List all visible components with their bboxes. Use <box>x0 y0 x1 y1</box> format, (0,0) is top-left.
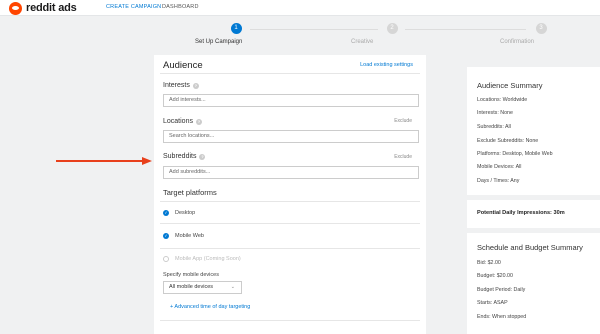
subreddits-label: Subreddits ? <box>163 153 206 160</box>
logo-text: reddit ads <box>26 2 77 14</box>
divider <box>160 73 420 74</box>
chevron-down-icon: ⌄ <box>230 284 235 290</box>
campaign-form-panel: Audience Load existing settings Interest… <box>154 55 426 334</box>
summary-line: Mobile Devices: All <box>477 164 522 170</box>
step-label: Creative <box>351 39 374 45</box>
interests-input[interactable]: Add interests... <box>163 94 419 107</box>
subreddits-label-text: Subreddits <box>163 153 197 160</box>
budget-line: Budget: $20.00 <box>477 273 513 279</box>
checkbox-label: Mobile Web <box>175 233 204 239</box>
info-icon[interactable]: ? <box>192 82 199 89</box>
nav-create-campaign[interactable]: CREATE CAMPAIGN <box>106 4 161 10</box>
step-label: Confirmation <box>500 39 535 45</box>
audience-summary-title: Audience Summary <box>477 81 543 90</box>
divider <box>160 223 420 224</box>
annotation-arrow <box>56 157 152 165</box>
info-icon[interactable]: ? <box>199 153 206 160</box>
advanced-time-targeting-link[interactable]: + Advanced time of day targeting <box>170 304 250 310</box>
interests-label: Interests ? <box>163 82 199 89</box>
audience-title: Audience <box>163 60 203 71</box>
mobile-devices-select[interactable]: All mobile devices ⌄ <box>163 281 242 294</box>
load-existing-settings-link[interactable]: Load existing settings <box>360 62 413 68</box>
schedule-budget-card: Schedule and Budget Summary Bid: $2.00 B… <box>467 233 600 334</box>
budget-line: Starts: ASAP <box>477 300 508 306</box>
locations-label: Locations ? <box>163 118 202 125</box>
schedule-budget-title: Schedule and Budget Summary <box>477 243 583 252</box>
summary-line: Interests: None <box>477 110 513 116</box>
unchecked-circle-icon <box>163 256 169 262</box>
locations-label-text: Locations <box>163 118 193 125</box>
step-number: 2 <box>386 23 398 34</box>
step-label: Set Up Campaign <box>195 39 243 45</box>
impressions-card: Potential Daily Impressions: 30m <box>467 200 600 228</box>
step-creative: 2 Creative <box>342 23 442 45</box>
budget-line: Budget Period: Daily <box>477 287 526 293</box>
summary-line: Subreddits: All <box>477 124 511 130</box>
checkbox-label: Desktop <box>175 210 196 216</box>
top-bar: reddit ads CREATE CAMPAIGN DASHBOARD <box>0 0 600 16</box>
progress-stepper: 1 Set Up Campaign 2 Creative 3 Confirmat… <box>0 17 600 55</box>
audience-summary-card: Audience Summary Locations: Worldwide In… <box>467 67 600 195</box>
budget-line: Ends: When stopped <box>477 314 527 320</box>
locations-search-input[interactable]: Search locations... <box>163 130 419 143</box>
step-number: 1 <box>230 23 242 34</box>
summary-line: Exclude Subreddits: None <box>477 138 539 144</box>
checkmark-icon: ✓ <box>163 233 169 239</box>
select-value: All mobile devices <box>169 284 214 290</box>
desktop-checkbox[interactable]: ✓ Desktop <box>163 210 195 216</box>
info-icon[interactable]: ? <box>195 118 202 125</box>
budget-line: Bid: $2.00 <box>477 260 501 266</box>
step-number: 3 <box>535 23 547 34</box>
mobile-web-checkbox[interactable]: ✓ Mobile Web <box>163 233 204 239</box>
summary-line: Days / Times: Any <box>477 178 520 184</box>
reddit-ads-logo[interactable]: reddit ads <box>9 1 77 15</box>
reddit-alien-icon <box>9 1 22 15</box>
step-confirmation: 3 Confirmation <box>491 23 591 45</box>
interests-label-text: Interests <box>163 82 190 89</box>
subreddits-input[interactable]: Add subreddits... <box>163 166 419 179</box>
mobile-app-checkbox: Mobile App (Coming Soon) <box>163 256 241 262</box>
summary-line: Platforms: Desktop, Mobile Web <box>477 151 553 157</box>
step-set-up-campaign: 1 Set Up Campaign <box>186 23 286 45</box>
checkmark-icon: ✓ <box>163 210 169 216</box>
potential-daily-impressions: Potential Daily Impressions: 30m <box>477 210 565 216</box>
locations-exclude-link[interactable]: Exclude <box>394 118 412 124</box>
mobile-devices-label: Specify mobile devices <box>163 272 219 278</box>
divider <box>160 248 420 249</box>
subreddits-exclude-link[interactable]: Exclude <box>394 154 412 160</box>
divider <box>160 320 420 321</box>
summary-line: Locations: Worldwide <box>477 97 528 103</box>
nav-dashboard[interactable]: DASHBOARD <box>162 4 199 10</box>
checkbox-label: Mobile App (Coming Soon) <box>175 256 241 262</box>
target-platforms-title: Target platforms <box>163 188 217 197</box>
divider <box>160 201 420 202</box>
